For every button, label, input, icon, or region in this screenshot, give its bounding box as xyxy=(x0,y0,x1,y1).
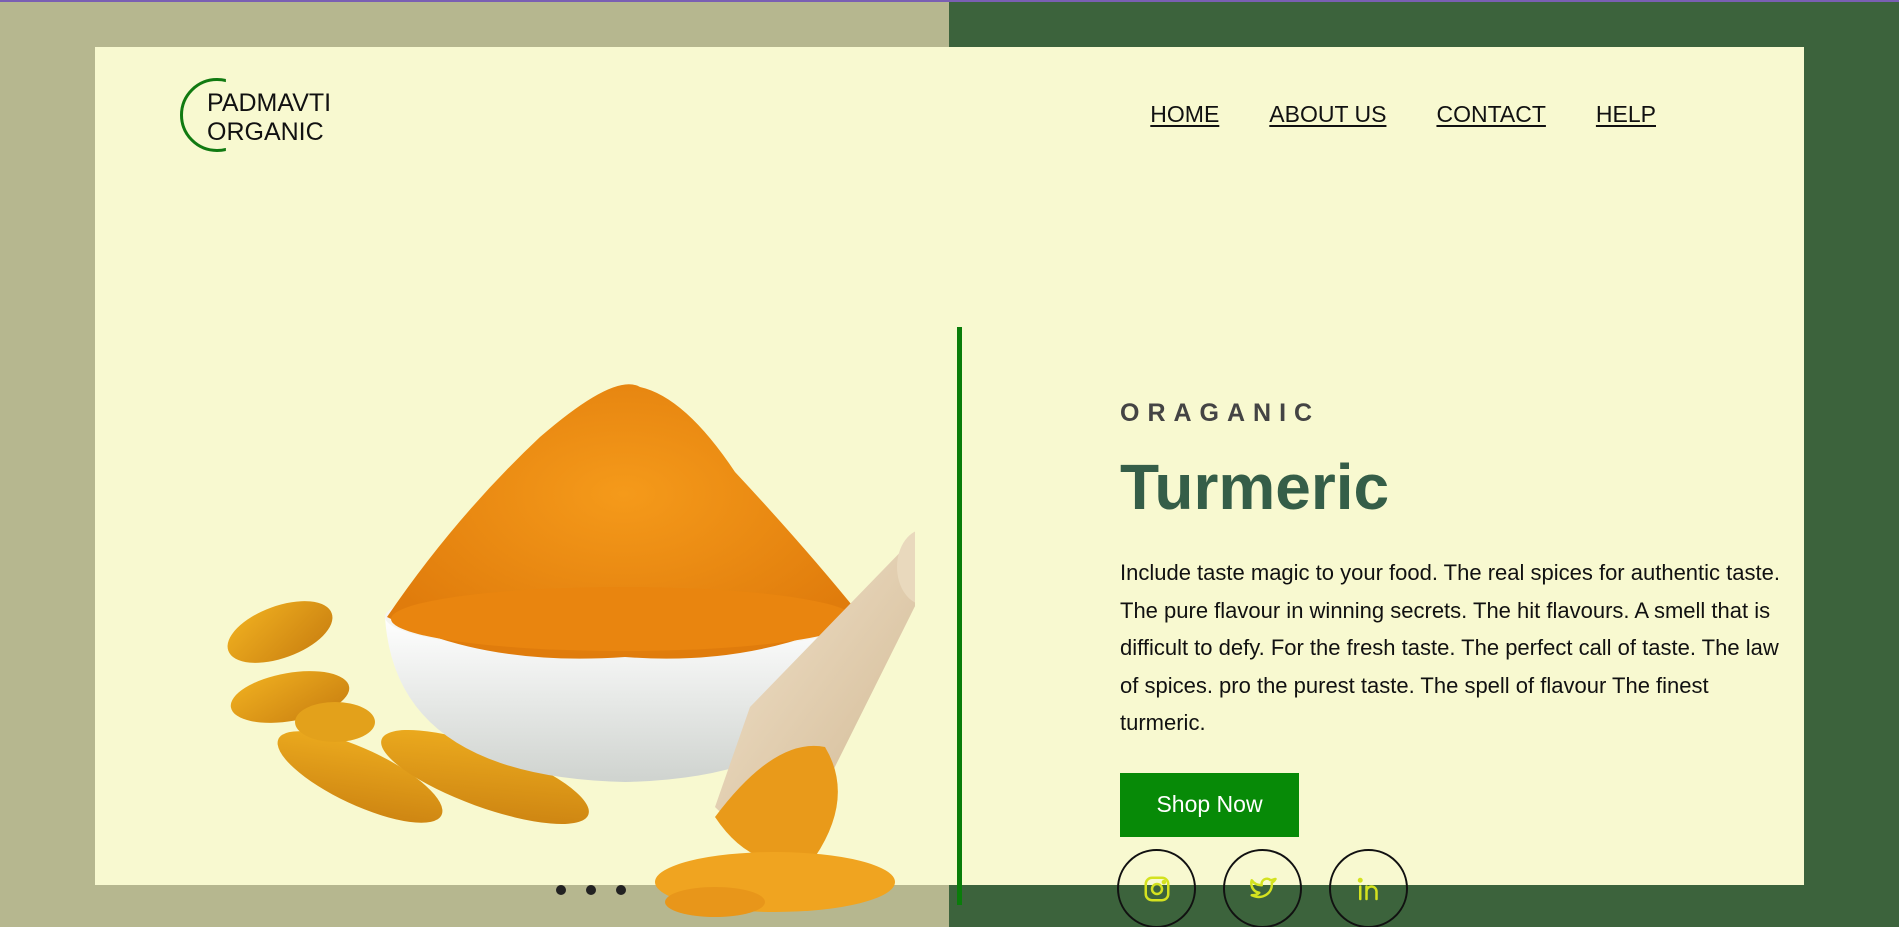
main-nav: HOME ABOUT US CONTACT HELP xyxy=(1150,101,1656,128)
linkedin-link[interactable] xyxy=(1329,849,1408,927)
hero-card: PADMAVTI ORGANIC HOME ABOUT US CONTACT H… xyxy=(95,47,1804,927)
twitter-icon xyxy=(1249,876,1277,898)
brand-line-1: PADMAVTI xyxy=(207,89,332,117)
turmeric-product-image xyxy=(227,384,915,917)
shop-now-button[interactable]: Shop Now xyxy=(1120,772,1299,837)
hero-content: ORAGANIC Turmeric Include taste magic to… xyxy=(1120,399,1780,837)
hero-title: Turmeric xyxy=(1120,451,1390,523)
vertical-divider xyxy=(957,327,962,905)
hero-eyebrow: ORAGANIC xyxy=(1120,399,1321,427)
brand-line-2: ORGANIC xyxy=(207,118,324,146)
hero-description: Include taste magic to your food. The re… xyxy=(1120,560,1780,735)
nav-about-us[interactable]: ABOUT US xyxy=(1269,101,1386,128)
brand-logo[interactable]: PADMAVTI ORGANIC xyxy=(180,78,380,158)
instagram-link[interactable] xyxy=(1117,849,1196,927)
brand-name: PADMAVTI ORGANIC xyxy=(207,89,331,147)
nav-home[interactable]: HOME xyxy=(1150,101,1219,128)
linkedin-icon xyxy=(1357,877,1378,900)
carousel-dots xyxy=(556,885,626,895)
carousel-dot-3[interactable] xyxy=(616,885,626,895)
carousel-dot-2[interactable] xyxy=(586,885,596,895)
twitter-link[interactable] xyxy=(1223,849,1302,927)
nav-contact[interactable]: CONTACT xyxy=(1436,101,1545,128)
social-links xyxy=(1117,849,1408,927)
carousel-dot-1[interactable] xyxy=(556,885,566,895)
instagram-icon xyxy=(1144,876,1169,901)
nav-help[interactable]: HELP xyxy=(1596,101,1656,128)
